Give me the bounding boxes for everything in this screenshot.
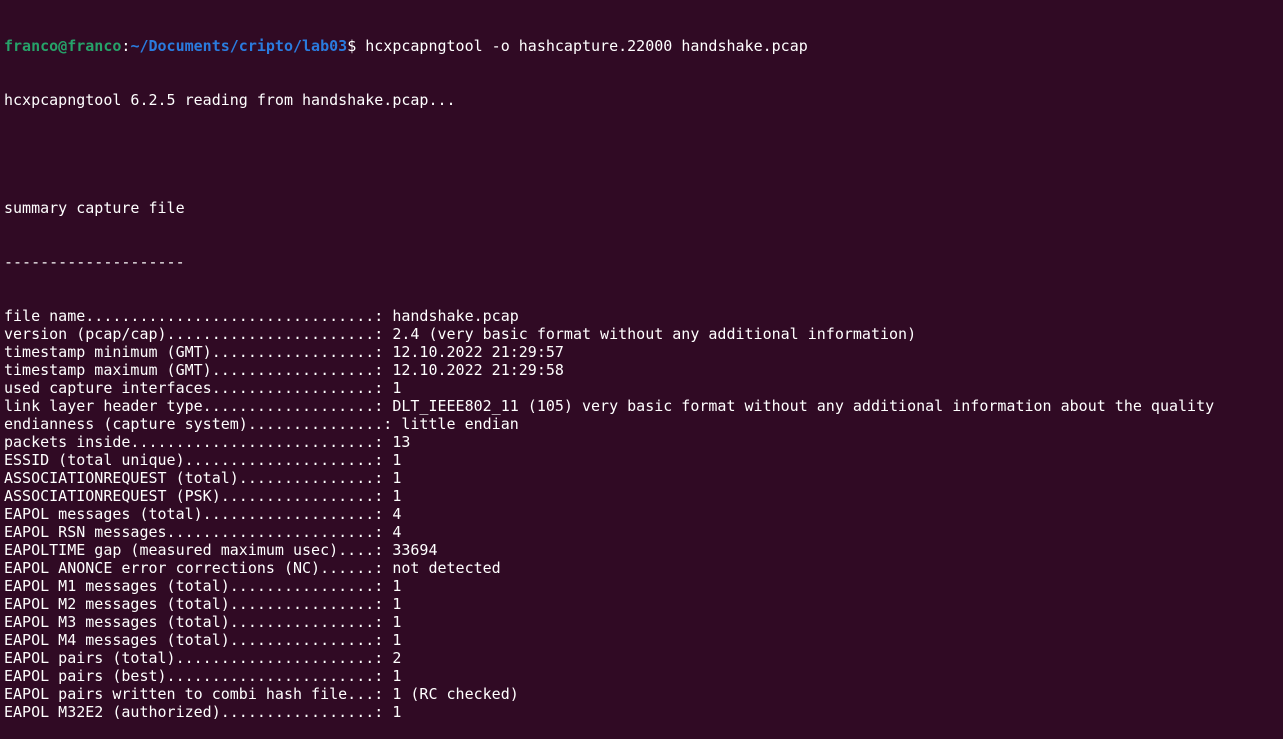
summary-row: EAPOL M1 messages (total)...............…: [4, 577, 1214, 595]
row-value: : 12.10.2022 21:29:58: [374, 361, 564, 379]
row-value: : 12.10.2022 21:29:57: [374, 343, 564, 361]
row-value: : 4: [374, 523, 402, 541]
summary-row: timestamp minimum (GMT).................…: [4, 343, 1214, 361]
row-value: : 2: [374, 649, 402, 667]
row-value: : 1 (RC checked): [374, 685, 519, 703]
row-label: EAPOL pairs (best)......................…: [4, 667, 375, 685]
row-label: packets inside..........................…: [4, 433, 375, 451]
summary-row: EAPOL M4 messages (total)...............…: [4, 631, 1214, 649]
summary-rows: file name...............................…: [4, 307, 1214, 721]
row-value: : 1: [374, 613, 402, 631]
row-value: : 1: [374, 667, 402, 685]
row-label: ESSID (total unique)....................…: [4, 451, 375, 469]
row-label: used capture interfaces.................…: [4, 379, 375, 397]
prompt-symbol: $: [347, 37, 357, 55]
row-value: : handshake.pcap: [374, 307, 519, 325]
row-value: : DLT_IEEE802_11 (105) very basic format…: [374, 397, 1215, 415]
row-label: EAPOL M3 messages (total)...............…: [4, 613, 375, 631]
summary-row: EAPOL ANONCE error corrections (NC).....…: [4, 559, 1214, 577]
row-label: ASSOCIATIONREQUEST (total)..............…: [4, 469, 375, 487]
summary-rule: --------------------: [4, 253, 185, 271]
row-label: EAPOL M32E2 (authorized)................…: [4, 703, 375, 721]
row-label: link layer header type..................…: [4, 397, 375, 415]
row-label: timestamp maximum (GMT).................…: [4, 361, 375, 379]
row-label: EAPOL pairs (total).....................…: [4, 649, 375, 667]
row-label: endianness (capture system).............…: [4, 415, 384, 433]
summary-row: used capture interfaces.................…: [4, 379, 1214, 397]
summary-row: link layer header type..................…: [4, 397, 1214, 415]
row-label: EAPOL messages (total)..................…: [4, 505, 375, 523]
row-value: : 4: [374, 505, 402, 523]
output-header: hcxpcapngtool 6.2.5 reading from handsha…: [4, 91, 456, 109]
row-value: : 1: [374, 379, 402, 397]
row-label: EAPOL M4 messages (total)...............…: [4, 631, 375, 649]
summary-row: ESSID (total unique)....................…: [4, 451, 1214, 469]
summary-row: endianness (capture system).............…: [4, 415, 1214, 433]
row-label: file name...............................…: [4, 307, 375, 325]
summary-row: EAPOL pairs (best)......................…: [4, 667, 1214, 685]
row-value: : 1: [374, 631, 402, 649]
summary-row: EAPOL pairs (total).....................…: [4, 649, 1214, 667]
row-value: : 1: [374, 577, 402, 595]
row-label: EAPOLTIME gap (measured maximum usec)...…: [4, 541, 375, 559]
row-value: : 1: [374, 451, 402, 469]
row-value: : 1: [374, 703, 402, 721]
row-value: : 1: [374, 595, 402, 613]
summary-row: file name...............................…: [4, 307, 1214, 325]
summary-title: summary capture file: [4, 199, 185, 217]
summary-row: EAPOL M2 messages (total)...............…: [4, 595, 1214, 613]
row-value: : not detected: [374, 559, 501, 577]
prompt-user-host: franco@franco: [4, 37, 122, 55]
summary-row: timestamp maximum (GMT).................…: [4, 361, 1214, 379]
row-label: timestamp minimum (GMT).................…: [4, 343, 375, 361]
row-label: version (pcap/cap)......................…: [4, 325, 375, 343]
row-value: : little endian: [383, 415, 519, 433]
summary-row: EAPOL pairs written to combi hash file..…: [4, 685, 1214, 703]
summary-row: EAPOLTIME gap (measured maximum usec)...…: [4, 541, 1214, 559]
command-text: hcxpcapngtool -o hashcapture.22000 hands…: [356, 37, 808, 55]
summary-row: packets inside..........................…: [4, 433, 1214, 451]
summary-row: version (pcap/cap)......................…: [4, 325, 1214, 343]
summary-row: ASSOCIATIONREQUEST (PSK)................…: [4, 487, 1214, 505]
terminal-output[interactable]: franco@franco:~/Documents/cripto/lab03$ …: [4, 1, 1214, 739]
row-label: EAPOL M1 messages (total)...............…: [4, 577, 375, 595]
summary-row: ASSOCIATIONREQUEST (total)..............…: [4, 469, 1214, 487]
row-value: : 13: [374, 433, 411, 451]
row-label: ASSOCIATIONREQUEST (PSK)................…: [4, 487, 375, 505]
row-value: : 33694: [374, 541, 438, 559]
summary-row: EAPOL M3 messages (total)...............…: [4, 613, 1214, 631]
row-label: EAPOL RSN messages......................…: [4, 523, 375, 541]
row-label: EAPOL M2 messages (total)...............…: [4, 595, 375, 613]
summary-row: EAPOL messages (total)..................…: [4, 505, 1214, 523]
prompt-path: ~/Documents/cripto/lab03: [130, 37, 348, 55]
row-label: EAPOL pairs written to combi hash file..…: [4, 685, 375, 703]
row-value: : 1: [374, 469, 402, 487]
prompt-line: franco@franco:~/Documents/cripto/lab03$ …: [4, 37, 1214, 55]
summary-row: EAPOL RSN messages......................…: [4, 523, 1214, 541]
row-value: : 2.4 (very basic format without any add…: [374, 325, 917, 343]
summary-row: EAPOL M32E2 (authorized)................…: [4, 703, 1214, 721]
row-label: EAPOL ANONCE error corrections (NC).....…: [4, 559, 375, 577]
row-value: : 1: [374, 487, 402, 505]
